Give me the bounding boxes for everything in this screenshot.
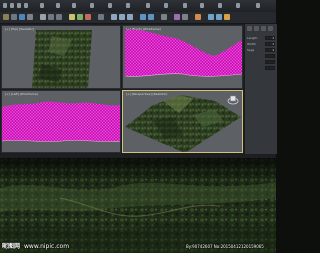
menu-item[interactable] — [24, 3, 28, 8]
move-icon[interactable] — [69, 14, 75, 20]
scale-icon[interactable] — [85, 14, 91, 20]
main-toolbar — [0, 12, 276, 24]
mirror-icon[interactable] — [140, 14, 146, 20]
wireframe-left-view — [2, 101, 120, 142]
unlink-icon[interactable] — [27, 14, 33, 20]
terrain-perspective-view — [125, 95, 241, 152]
render-setup-icon[interactable] — [208, 14, 214, 20]
menu-item[interactable] — [10, 3, 14, 8]
menu-item[interactable] — [200, 3, 204, 8]
menu-item[interactable] — [218, 3, 222, 8]
menu-item[interactable] — [236, 3, 240, 8]
menu-item[interactable] — [183, 3, 187, 8]
select-by-name-icon[interactable] — [48, 14, 54, 20]
motion-tab-icon[interactable] — [268, 26, 273, 31]
wireframe-front-view — [124, 29, 242, 77]
select-icon[interactable] — [40, 14, 46, 20]
curve-editor-icon[interactable] — [174, 14, 180, 20]
menu-item[interactable] — [146, 3, 150, 8]
watermark-logo: 昵图网 — [2, 243, 21, 250]
menu-item[interactable] — [17, 3, 21, 8]
param-row: Width 1 — [247, 42, 275, 46]
command-panel: Length 1 Width 1 Segs 1 — [244, 24, 277, 154]
param-row — [247, 54, 275, 58]
viewport-front[interactable]: [+] [Front] [Wireframe] — [122, 25, 243, 89]
menu-item[interactable] — [40, 3, 44, 8]
menu-item[interactable] — [164, 3, 168, 8]
menu-item[interactable] — [126, 3, 130, 8]
create-tab-icon[interactable] — [247, 26, 252, 31]
param-row — [247, 66, 275, 70]
material-editor-icon[interactable] — [195, 14, 201, 20]
viewport-perspective[interactable]: [+] [Perspective] [Realistic] — [122, 90, 243, 153]
pivot-icon[interactable] — [98, 14, 104, 20]
viewport-area: [+] [Top] [Realistic] [+] [Front] [Wiref… — [0, 24, 244, 154]
rotate-icon[interactable] — [77, 14, 83, 20]
viewcube-icon[interactable] — [227, 95, 239, 105]
percent-snap-icon[interactable] — [127, 14, 133, 20]
param-row — [247, 60, 275, 64]
menu-item[interactable] — [108, 3, 112, 8]
param-row: Segs 1 — [247, 48, 275, 52]
align-icon[interactable] — [148, 14, 154, 20]
viewport-top[interactable]: [+] [Top] [Realistic] — [1, 25, 121, 89]
menu-item[interactable] — [56, 3, 60, 8]
render-frame-icon[interactable] — [216, 14, 222, 20]
modify-tab-icon[interactable] — [254, 26, 259, 31]
angle-snap-icon[interactable] — [119, 14, 125, 20]
watermark-author-id: By:90742607 No:20150412120159065 — [186, 244, 264, 249]
menu-item[interactable] — [90, 3, 94, 8]
schematic-icon[interactable] — [182, 14, 188, 20]
region-select-icon[interactable] — [56, 14, 62, 20]
viewport-left[interactable]: [+] [Left] [Wireframe] — [1, 90, 121, 153]
terrain-render-image — [0, 158, 276, 253]
hierarchy-tab-icon[interactable] — [261, 26, 266, 31]
menu-item[interactable] — [256, 3, 260, 8]
undo-icon[interactable] — [3, 14, 9, 20]
layer-icon[interactable] — [161, 14, 167, 20]
snap-icon[interactable] — [111, 14, 117, 20]
menu-item[interactable] — [72, 3, 76, 8]
redo-icon[interactable] — [11, 14, 17, 20]
param-row: Length 1 — [247, 36, 275, 40]
watermark-site: www.nipic.com — [24, 243, 70, 250]
render-icon[interactable] — [224, 14, 230, 20]
link-icon[interactable] — [19, 14, 25, 20]
app-menu-icon[interactable] — [3, 3, 7, 8]
terrain-top-view — [32, 30, 92, 88]
